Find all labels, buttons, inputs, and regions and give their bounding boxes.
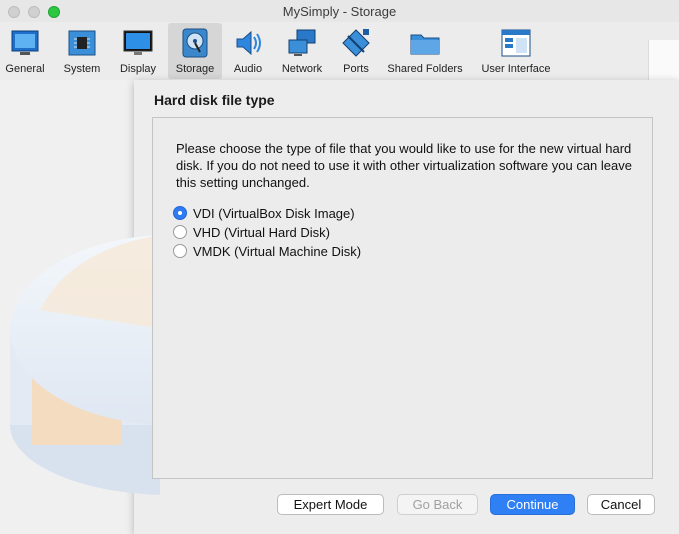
- general-icon: [11, 30, 39, 55]
- tab-user-interface[interactable]: User Interface: [478, 23, 554, 79]
- tab-shared-folders[interactable]: Shared Folders: [386, 23, 464, 79]
- tab-network[interactable]: Network: [276, 23, 328, 79]
- radio-vhd[interactable]: [173, 225, 187, 239]
- folder-icon: [410, 34, 440, 55]
- chip-icon: [68, 30, 96, 56]
- wizard-heading: Hard disk file type: [154, 92, 275, 108]
- tab-general[interactable]: General: [2, 23, 48, 79]
- window-title: MySimply - Storage: [282, 4, 397, 19]
- tab-storage[interactable]: Storage: [168, 23, 222, 79]
- cancel-button[interactable]: Cancel: [587, 494, 655, 515]
- wizard-description: Please choose the type of file that you …: [176, 141, 632, 190]
- expert-mode-button[interactable]: Expert Mode: [277, 494, 384, 515]
- network-icon: [288, 29, 316, 56]
- option-vhd[interactable]: VHD (Virtual Hard Disk): [173, 223, 330, 241]
- option-vmdk-label: VMDK (Virtual Machine Disk): [193, 243, 362, 259]
- monitor-icon: [123, 30, 153, 55]
- disk-watermark-illustration: [10, 235, 160, 495]
- radio-vmdk[interactable]: [173, 244, 187, 258]
- continue-button[interactable]: Continue: [490, 494, 575, 515]
- tab-display[interactable]: Display: [114, 23, 162, 79]
- tab-ports[interactable]: Ports: [334, 23, 378, 79]
- tab-audio[interactable]: Audio: [226, 23, 270, 79]
- go-back-button[interactable]: Go Back: [397, 494, 478, 515]
- option-vdi[interactable]: VDI (VirtualBox Disk Image): [173, 204, 355, 222]
- option-vdi-label: VDI (VirtualBox Disk Image): [193, 205, 355, 221]
- option-vmdk[interactable]: VMDK (Virtual Machine Disk): [173, 242, 361, 260]
- speaker-icon: [236, 30, 261, 56]
- window-icon: [501, 29, 531, 57]
- radio-vdi[interactable]: [173, 206, 187, 220]
- disk-icon: [182, 28, 208, 58]
- option-vhd-label: VHD (Virtual Hard Disk): [193, 224, 331, 240]
- settings-toolbar: General System Display Storage Audio Net…: [0, 22, 679, 81]
- title-bar: MySimply - Storage: [0, 0, 679, 23]
- tab-system[interactable]: System: [58, 23, 106, 79]
- plug-icon: [342, 29, 370, 57]
